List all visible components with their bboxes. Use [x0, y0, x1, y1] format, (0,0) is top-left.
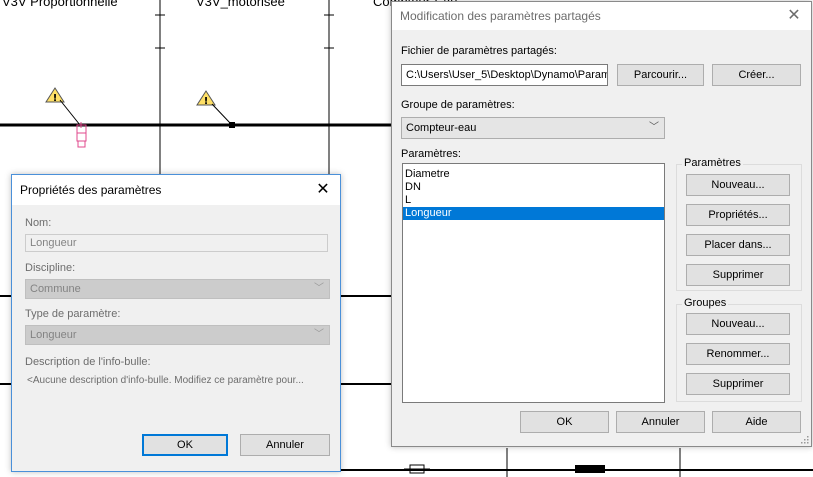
tooltip-desc-label: Description de l'info-bulle: — [25, 356, 151, 368]
close-icon[interactable]: ✕ — [314, 180, 332, 198]
groups-groupbox-title: Groupes — [682, 297, 729, 309]
tooltip-desc-value: <Aucune description d'info-bulle. Modifi… — [27, 375, 304, 386]
params-listbox[interactable]: Diametre DN L Longueur — [402, 163, 665, 403]
group-new-button[interactable]: Nouveau... — [686, 313, 790, 335]
shared-params-dialog: Modification des paramètres partagés ✕ F… — [391, 1, 812, 447]
svg-text:!: ! — [53, 93, 58, 104]
list-item[interactable]: Diametre — [403, 168, 664, 181]
group-rename-button[interactable]: Renommer... — [686, 343, 790, 365]
param-type-value: Longueur — [30, 329, 77, 341]
group-select-value: Compteur-eau — [406, 122, 477, 134]
list-item[interactable]: L — [403, 194, 664, 207]
param-place-button[interactable]: Placer dans... — [686, 234, 790, 256]
title-bar: Modification des paramètres partagés ✕ — [392, 2, 811, 30]
column-label-v3v-prop: V3V Proportionnelle — [2, 0, 118, 9]
list-item[interactable]: DN — [403, 181, 664, 194]
file-path-field[interactable]: C:\Users\User_5\Desktop\Dynamo\Param — [401, 64, 608, 86]
param-delete-button[interactable]: Supprimer — [686, 264, 790, 286]
motor-valve-symbol[interactable] — [229, 122, 235, 128]
resize-grip-icon[interactable] — [801, 436, 809, 444]
group-delete-button[interactable]: Supprimer — [686, 373, 790, 395]
group-select[interactable]: Compteur-eau ﹀ — [401, 117, 665, 139]
chevron-down-icon: ﹀ — [314, 283, 324, 294]
help-button[interactable]: Aide — [712, 411, 801, 433]
browse-button[interactable]: Parcourir... — [617, 64, 704, 86]
chevron-down-icon: ﹀ — [649, 122, 659, 133]
file-label: Fichier de paramètres partagés: — [401, 45, 557, 57]
chevron-down-icon: ﹀ — [314, 329, 324, 340]
cancel-button[interactable]: Annuler — [616, 411, 705, 433]
params-groupbox-title: Paramètres — [682, 157, 743, 169]
ok-button[interactable]: OK — [520, 411, 609, 433]
list-item-selected[interactable]: Longueur — [403, 207, 664, 220]
ok-button[interactable]: OK — [142, 434, 228, 456]
param-new-button[interactable]: Nouveau... — [686, 174, 790, 196]
meter-symbol[interactable] — [575, 465, 605, 473]
column-label-v3v-motor: V3V_motorisée — [196, 0, 285, 9]
title-bar: Propriétés des paramètres ✕ — [12, 175, 340, 205]
name-field: Longueur — [25, 234, 328, 252]
dialog-title: Modification des paramètres partagés — [400, 9, 601, 23]
dialog-title: Propriétés des paramètres — [20, 183, 162, 197]
param-type-select: Longueur ﹀ — [25, 325, 330, 345]
cancel-button[interactable]: Annuler — [240, 434, 330, 456]
svg-text:!: ! — [204, 96, 209, 107]
create-button[interactable]: Créer... — [712, 64, 801, 86]
param-type-label: Type de paramètre: — [25, 308, 121, 320]
discipline-select: Commune ﹀ — [25, 279, 330, 299]
params-label: Paramètres: — [401, 148, 461, 160]
param-properties-dialog: Propriétés des paramètres ✕ Nom: Longueu… — [11, 174, 341, 472]
discipline-value: Commune — [30, 283, 81, 295]
param-properties-button[interactable]: Propriétés... — [686, 204, 790, 226]
group-label: Groupe de paramètres: — [401, 99, 515, 111]
leader-line — [59, 99, 81, 126]
close-icon[interactable]: ✕ — [785, 6, 803, 24]
name-label: Nom: — [25, 217, 52, 229]
leader-line — [211, 103, 232, 125]
discipline-label: Discipline: — [25, 262, 76, 274]
pump-symbol[interactable] — [404, 464, 430, 474]
